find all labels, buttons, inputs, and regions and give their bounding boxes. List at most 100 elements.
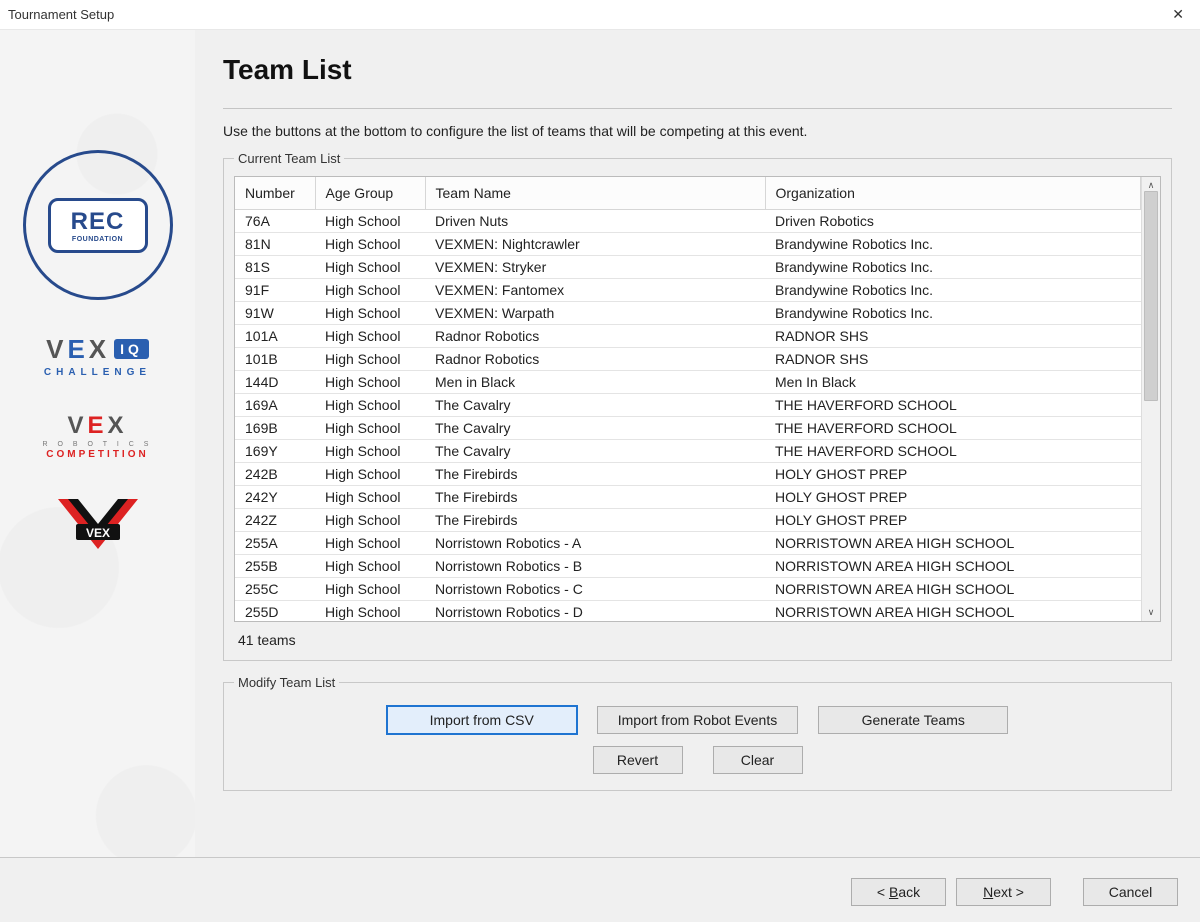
table-row[interactable]: 169AHigh SchoolThe CavalryTHE HAVERFORD … <box>235 394 1141 417</box>
close-icon[interactable]: ✕ <box>1164 2 1192 27</box>
cell-team-name: Radnor Robotics <box>425 325 765 348</box>
col-header-team-name[interactable]: Team Name <box>425 177 765 210</box>
cell-number: 91W <box>235 302 315 325</box>
vex-iq-challenge-label: CHALLENGE <box>44 367 151 378</box>
modify-team-list-legend: Modify Team List <box>234 675 339 690</box>
cell-age-group: High School <box>315 463 425 486</box>
cell-team-name: VEXMEN: Nightcrawler <box>425 233 765 256</box>
cell-age-group: High School <box>315 394 425 417</box>
cell-number: 76A <box>235 210 315 233</box>
cell-age-group: High School <box>315 601 425 621</box>
cell-organization: RADNOR SHS <box>765 325 1141 348</box>
cell-organization: THE HAVERFORD SCHOOL <box>765 440 1141 463</box>
rec-foundation-logo: REC FOUNDATION <box>15 150 180 300</box>
cell-organization: THE HAVERFORD SCHOOL <box>765 417 1141 440</box>
table-row[interactable]: 144DHigh SchoolMen in BlackMen In Black <box>235 371 1141 394</box>
team-table-container: Number Age Group Team Name Organization … <box>234 176 1161 622</box>
cell-number: 169Y <box>235 440 315 463</box>
table-row[interactable]: 101AHigh SchoolRadnor RoboticsRADNOR SHS <box>235 325 1141 348</box>
vex-robotics-competition-logo: VEX R O B O T I C S COMPETITION <box>15 412 180 460</box>
cell-number: 242Y <box>235 486 315 509</box>
cell-team-name: VEXMEN: Warpath <box>425 302 765 325</box>
cell-number: 255C <box>235 578 315 601</box>
cell-organization: HOLY GHOST PREP <box>765 509 1141 532</box>
col-header-age-group[interactable]: Age Group <box>315 177 425 210</box>
table-row[interactable]: 255DHigh SchoolNorristown Robotics - DNO… <box>235 601 1141 621</box>
cell-number: 242B <box>235 463 315 486</box>
current-team-list-group: Current Team List Number Age Group Team … <box>223 151 1172 661</box>
cell-team-name: Norristown Robotics - D <box>425 601 765 621</box>
cell-team-name: The Cavalry <box>425 394 765 417</box>
cell-organization: Men In Black <box>765 371 1141 394</box>
page-title: Team List <box>223 54 1172 86</box>
table-row[interactable]: 169BHigh SchoolThe CavalryTHE HAVERFORD … <box>235 417 1141 440</box>
cell-team-name: The Firebirds <box>425 486 765 509</box>
table-row[interactable]: 242ZHigh SchoolThe FirebirdsHOLY GHOST P… <box>235 509 1141 532</box>
cell-number: 101B <box>235 348 315 371</box>
col-header-number[interactable]: Number <box>235 177 315 210</box>
cell-number: 169A <box>235 394 315 417</box>
vertical-scrollbar[interactable]: ∧ ∨ <box>1141 177 1160 621</box>
scrollbar-track[interactable] <box>1142 191 1160 607</box>
cell-team-name: Norristown Robotics - C <box>425 578 765 601</box>
cell-organization: Brandywine Robotics Inc. <box>765 233 1141 256</box>
cell-age-group: High School <box>315 210 425 233</box>
back-button[interactable]: < Back <box>851 878 946 906</box>
cell-team-name: The Firebirds <box>425 463 765 486</box>
cell-number: 242Z <box>235 509 315 532</box>
import-from-robot-events-button[interactable]: Import from Robot Events <box>597 706 799 734</box>
cell-number: 144D <box>235 371 315 394</box>
cell-team-name: VEXMEN: Fantomex <box>425 279 765 302</box>
cell-number: 255D <box>235 601 315 621</box>
cell-number: 81S <box>235 256 315 279</box>
cell-organization: Brandywine Robotics Inc. <box>765 302 1141 325</box>
table-row[interactable]: 91WHigh SchoolVEXMEN: WarpathBrandywine … <box>235 302 1141 325</box>
scroll-down-icon[interactable]: ∨ <box>1148 607 1155 618</box>
cell-age-group: High School <box>315 555 425 578</box>
generate-teams-button[interactable]: Generate Teams <box>818 706 1008 734</box>
rec-logo-text: REC <box>71 208 125 236</box>
cell-organization: RADNOR SHS <box>765 348 1141 371</box>
table-row[interactable]: 255CHigh SchoolNorristown Robotics - CNO… <box>235 578 1141 601</box>
cell-organization: HOLY GHOST PREP <box>765 486 1141 509</box>
table-row[interactable]: 91FHigh SchoolVEXMEN: FantomexBrandywine… <box>235 279 1141 302</box>
cell-age-group: High School <box>315 417 425 440</box>
cell-age-group: High School <box>315 325 425 348</box>
cancel-button[interactable]: Cancel <box>1083 878 1178 906</box>
scroll-up-icon[interactable]: ∧ <box>1148 180 1155 191</box>
table-row[interactable]: 242BHigh SchoolThe FirebirdsHOLY GHOST P… <box>235 463 1141 486</box>
next-button[interactable]: Next > <box>956 878 1051 906</box>
cell-age-group: High School <box>315 233 425 256</box>
cell-organization: HOLY GHOST PREP <box>765 463 1141 486</box>
scrollbar-thumb[interactable] <box>1144 191 1158 401</box>
vex-u-logo: VEX <box>15 494 180 569</box>
wizard-footer: < Back Next > Cancel <box>0 857 1200 922</box>
cell-age-group: High School <box>315 371 425 394</box>
col-header-organization[interactable]: Organization <box>765 177 1141 210</box>
vexu-text: VEX <box>85 526 109 540</box>
cell-team-name: Radnor Robotics <box>425 348 765 371</box>
cell-number: 81N <box>235 233 315 256</box>
cell-number: 101A <box>235 325 315 348</box>
import-from-csv-button[interactable]: Import from CSV <box>387 706 577 734</box>
cell-organization: Brandywine Robotics Inc. <box>765 279 1141 302</box>
table-row[interactable]: 242YHigh SchoolThe FirebirdsHOLY GHOST P… <box>235 486 1141 509</box>
table-row[interactable]: 101BHigh SchoolRadnor RoboticsRADNOR SHS <box>235 348 1141 371</box>
table-row[interactable]: 255BHigh SchoolNorristown Robotics - BNO… <box>235 555 1141 578</box>
cell-number: 169B <box>235 417 315 440</box>
table-row[interactable]: 81NHigh SchoolVEXMEN: NightcrawlerBrandy… <box>235 233 1141 256</box>
cell-team-name: The Firebirds <box>425 509 765 532</box>
team-table-viewport[interactable]: Number Age Group Team Name Organization … <box>235 177 1141 621</box>
revert-button[interactable]: Revert <box>593 746 683 774</box>
cell-organization: Brandywine Robotics Inc. <box>765 256 1141 279</box>
vrc-robotics-label: R O B O T I C S <box>43 441 153 448</box>
table-row[interactable]: 255AHigh SchoolNorristown Robotics - ANO… <box>235 532 1141 555</box>
cell-organization: NORRISTOWN AREA HIGH SCHOOL <box>765 532 1141 555</box>
instructions-text: Use the buttons at the bottom to configu… <box>223 123 1172 139</box>
rec-logo-subtext: FOUNDATION <box>72 236 123 243</box>
table-row[interactable]: 76AHigh SchoolDriven NutsDriven Robotics <box>235 210 1141 233</box>
cell-age-group: High School <box>315 440 425 463</box>
clear-button[interactable]: Clear <box>713 746 803 774</box>
table-row[interactable]: 169YHigh SchoolThe CavalryTHE HAVERFORD … <box>235 440 1141 463</box>
table-row[interactable]: 81SHigh SchoolVEXMEN: StrykerBrandywine … <box>235 256 1141 279</box>
